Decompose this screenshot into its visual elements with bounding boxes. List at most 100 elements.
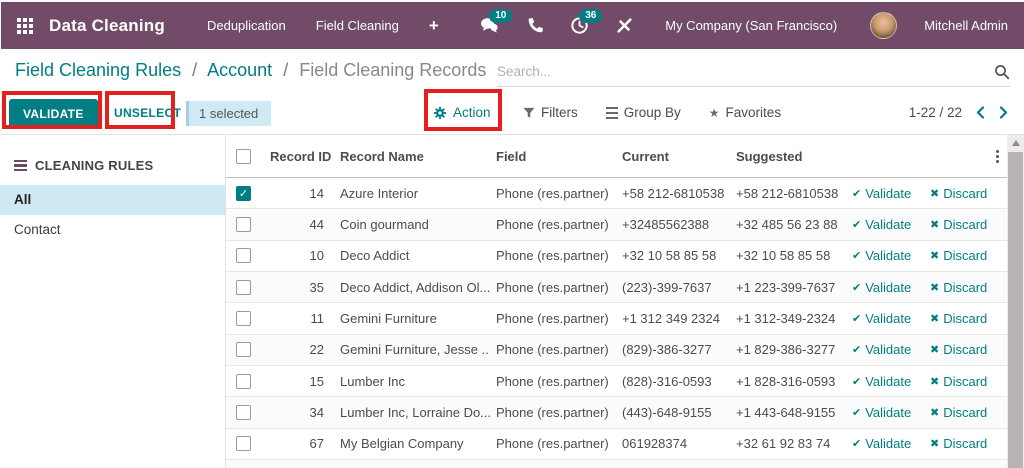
- scroll-up-arrow-icon[interactable]: [1007, 135, 1024, 151]
- search-icon[interactable]: [994, 64, 1010, 80]
- row-checkbox[interactable]: [236, 373, 251, 389]
- column-header-record-name[interactable]: Record Name: [334, 149, 490, 164]
- discard-row-button[interactable]: ✖ Discard: [924, 217, 992, 232]
- search-options: Filters Group By ★ Favorites: [523, 105, 781, 120]
- activities-clock-icon[interactable]: 36: [569, 8, 603, 36]
- row-checkbox[interactable]: [236, 311, 251, 327]
- phone-icon[interactable]: [524, 16, 544, 36]
- validate-row-button[interactable]: ✔ Validate: [846, 280, 924, 295]
- record-id-cell: 67: [309, 436, 324, 452]
- breadcrumb-link-field-cleaning-rules[interactable]: Field Cleaning Rules: [15, 60, 181, 80]
- discard-row-button[interactable]: ✖ Discard: [924, 280, 992, 295]
- discard-row-button[interactable]: ✖ Discard: [924, 374, 992, 389]
- record-id-cell: 44: [309, 217, 324, 233]
- scrollbar-thumb[interactable]: [1008, 152, 1023, 468]
- field-cell: Phone (res.partner): [496, 342, 609, 358]
- select-all-checkbox[interactable]: [236, 148, 251, 164]
- discard-row-button[interactable]: ✖ Discard: [924, 342, 992, 357]
- validate-row-button[interactable]: ✔ Validate: [846, 342, 924, 357]
- table-row[interactable]: 10 Deco Addict Phone (res.partner) +32 1…: [226, 241, 1007, 273]
- discard-row-button[interactable]: ✖ Discard: [924, 311, 992, 326]
- unselect-button[interactable]: UNSELECT: [110, 99, 186, 127]
- plus-icon[interactable]: +: [429, 17, 439, 34]
- validate-row-button[interactable]: ✔ Validate: [846, 311, 924, 326]
- app-name[interactable]: Data Cleaning: [49, 16, 165, 36]
- discard-row-button[interactable]: ✖ Discard: [924, 248, 992, 263]
- table-row[interactable]: 15 Lumber Inc Phone (res.partner) (828)-…: [226, 366, 1007, 398]
- breadcrumb-separator: /: [192, 60, 198, 80]
- row-checkbox[interactable]: [236, 248, 251, 264]
- table-row[interactable]: 22 Gemini Furniture, Jesse ... Phone (re…: [226, 334, 1007, 367]
- validate-button[interactable]: VALIDATE: [9, 99, 98, 129]
- check-icon: ✔: [852, 437, 862, 451]
- validate-row-button[interactable]: ✔ Validate: [846, 186, 924, 201]
- table-row[interactable]: 14 Azure Interior Phone (res.partner) +5…: [226, 178, 1007, 210]
- discard-row-button[interactable]: ✖ Discard: [924, 186, 992, 201]
- cleaning-rules-sidebar: CLEANING RULES All Contact: [0, 135, 226, 468]
- pager-next-button[interactable]: [999, 106, 1008, 119]
- column-header-suggested[interactable]: Suggested: [730, 149, 846, 164]
- column-header-record-id[interactable]: Record ID: [264, 149, 334, 164]
- discard-row-button[interactable]: ✖ Discard: [924, 436, 992, 451]
- table-row[interactable]: 34 Lumber Inc, Lorraine Do... Phone (res…: [226, 397, 1007, 429]
- search-input[interactable]: [497, 64, 994, 79]
- favorites-button[interactable]: ★ Favorites: [709, 105, 781, 120]
- check-icon: ✔: [852, 406, 862, 420]
- column-header-current[interactable]: Current: [616, 149, 730, 164]
- suggested-value-cell: +1 828-316-0593: [736, 373, 836, 389]
- suggested-value-cell: +58 212-6810538: [736, 185, 839, 201]
- tools-icon[interactable]: [614, 16, 634, 36]
- user-avatar[interactable]: [870, 12, 898, 39]
- check-icon: ✔: [852, 312, 862, 326]
- group-by-button[interactable]: Group By: [605, 105, 681, 120]
- suggested-value-cell: +32 10 58 85 58: [736, 248, 831, 264]
- x-icon: ✖: [930, 312, 940, 326]
- filters-button[interactable]: Filters: [523, 105, 578, 120]
- menu-deduplication[interactable]: Deduplication: [207, 18, 286, 33]
- pager-previous-button[interactable]: [976, 106, 985, 119]
- current-value-cell: (223)-399-7637: [622, 279, 712, 295]
- optional-columns-icon[interactable]: [993, 147, 1002, 166]
- company-switcher[interactable]: My Company (San Francisco): [665, 18, 837, 33]
- messages-icon[interactable]: 10: [479, 8, 513, 36]
- row-checkbox[interactable]: [236, 405, 251, 421]
- breadcrumb-link-account[interactable]: Account: [207, 60, 272, 80]
- group-by-icon: [605, 106, 618, 119]
- vertical-scrollbar[interactable]: [1007, 135, 1024, 468]
- row-checkbox[interactable]: [236, 279, 251, 295]
- row-checkbox[interactable]: [236, 185, 251, 201]
- record-id-cell: 35: [309, 279, 324, 295]
- validate-row-button[interactable]: ✔ Validate: [846, 217, 924, 232]
- sidebar-item-contact[interactable]: Contact: [0, 215, 225, 245]
- apps-menu-icon[interactable]: [17, 17, 33, 34]
- current-value-cell: +1 312 349 2324: [622, 311, 720, 327]
- row-checkbox[interactable]: [236, 342, 251, 358]
- action-menu-button[interactable]: Action: [433, 105, 491, 120]
- sidebar-item-all[interactable]: All: [0, 185, 225, 215]
- record-name-cell: Gemini Furniture: [340, 311, 437, 327]
- record-name-cell: My Belgian Company: [340, 436, 464, 452]
- discard-row-button[interactable]: ✖ Discard: [924, 405, 992, 420]
- table-row[interactable]: 35 Deco Addict, Addison Ol... Phone (res…: [226, 272, 1007, 304]
- check-icon: ✔: [852, 280, 862, 294]
- table-row[interactable]: 11 Gemini Furniture Phone (res.partner) …: [226, 303, 1007, 335]
- column-header-field[interactable]: Field: [490, 149, 616, 164]
- current-value-cell: (443)-648-9155: [622, 405, 712, 421]
- validate-row-button[interactable]: ✔ Validate: [846, 405, 924, 420]
- table-row[interactable]: 44 Coin gourmand Phone (res.partner) +32…: [226, 209, 1007, 241]
- action-label: Action: [453, 105, 491, 120]
- table-body: 14 Azure Interior Phone (res.partner) +5…: [226, 178, 1007, 461]
- validate-row-button[interactable]: ✔ Validate: [846, 374, 924, 389]
- row-checkbox[interactable]: [236, 436, 251, 452]
- validate-row-button[interactable]: ✔ Validate: [846, 436, 924, 451]
- record-id-cell: 22: [309, 342, 324, 358]
- menu-field-cleaning[interactable]: Field Cleaning: [316, 18, 399, 33]
- user-menu[interactable]: Mitchell Admin: [924, 18, 1008, 33]
- pager: 1-22 / 22: [909, 105, 1008, 120]
- validate-row-button[interactable]: ✔ Validate: [846, 248, 924, 263]
- table-row[interactable]: 67 My Belgian Company Phone (res.partner…: [226, 429, 1007, 461]
- sidebar-title: CLEANING RULES: [0, 135, 225, 185]
- suggested-value-cell: +1 312-349-2324: [736, 311, 836, 327]
- row-checkbox[interactable]: [236, 217, 251, 233]
- partial-next-row: [226, 460, 1007, 468]
